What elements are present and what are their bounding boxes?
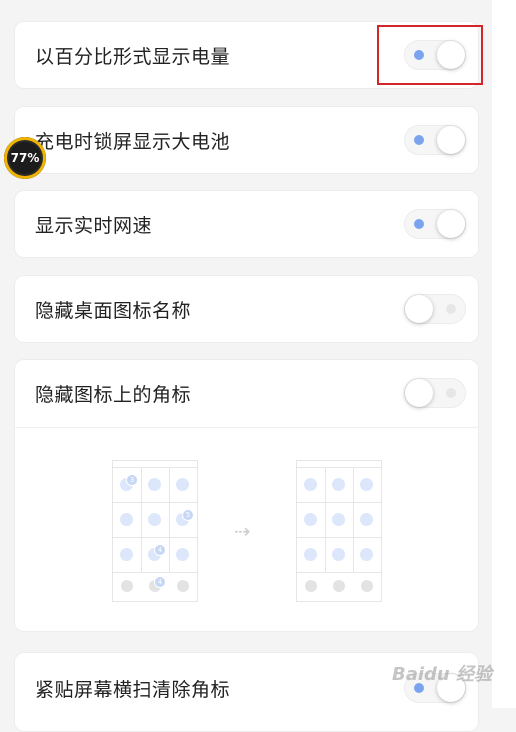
app-icon — [176, 478, 189, 491]
app-icon — [148, 513, 161, 526]
badge: 4 — [154, 544, 166, 556]
arrow-right-icon: ⇢ — [234, 519, 251, 543]
badge: 5 — [182, 509, 194, 521]
setting-hide-badges: 隐藏图标上的角标 — [14, 359, 479, 632]
battery-percent-label: 77% — [10, 151, 40, 165]
grid-line — [353, 467, 354, 573]
grid-line — [141, 467, 142, 573]
dock-icon — [177, 580, 189, 592]
toggle-knob — [437, 210, 465, 238]
status-bar — [297, 461, 381, 468]
grid-line — [297, 537, 381, 538]
status-bar — [113, 461, 197, 468]
watermark-logo: Baidu 经验 — [392, 664, 493, 685]
setting-label: 紧贴屏幕横扫清除角标 — [35, 678, 231, 701]
network-speed-toggle[interactable] — [404, 209, 466, 239]
badge: 4 — [154, 576, 166, 588]
dock-icon — [121, 580, 133, 592]
app-icon — [304, 478, 317, 491]
app-icon — [304, 513, 317, 526]
toggle-indicator — [414, 219, 424, 229]
grid-line — [325, 467, 326, 573]
setting-lockscreen-battery: 充电时锁屏显示大电池 — [14, 106, 479, 174]
app-icon — [176, 548, 189, 561]
lockscreen-battery-toggle[interactable] — [404, 125, 466, 155]
scroll-gutter — [492, 0, 516, 708]
toggle-indicator — [414, 135, 424, 145]
app-icon — [120, 548, 133, 561]
hide-icon-names-toggle[interactable] — [404, 294, 466, 324]
grid-line — [297, 572, 381, 573]
divider — [14, 427, 479, 428]
toggle-knob — [405, 379, 433, 407]
dock-icon — [333, 580, 345, 592]
toggle-knob — [437, 126, 465, 154]
grid-line — [113, 502, 197, 503]
dock-icon — [361, 580, 373, 592]
battery-percent-widget[interactable]: 77% — [4, 137, 46, 179]
setting-label: 隐藏图标上的角标 — [35, 383, 192, 406]
app-icon — [148, 478, 161, 491]
highlight-box — [377, 25, 483, 85]
badge: 3 — [126, 474, 138, 486]
setting-label: 以百分比形式显示电量 — [35, 45, 231, 68]
phone-after-illustration — [296, 460, 382, 602]
grid-line — [169, 467, 170, 573]
setting-label: 充电时锁屏显示大电池 — [35, 130, 231, 153]
app-icon — [304, 548, 317, 561]
setting-label: 显示实时网速 — [35, 214, 153, 237]
setting-label: 隐藏桌面图标名称 — [35, 299, 192, 322]
setting-hide-icon-names: 隐藏桌面图标名称 — [14, 275, 479, 343]
setting-network-speed: 显示实时网速 — [14, 190, 479, 258]
app-icon — [332, 513, 345, 526]
toggle-indicator — [446, 304, 456, 314]
dock-icon — [305, 580, 317, 592]
app-icon — [332, 548, 345, 561]
app-icon — [360, 548, 373, 561]
app-icon — [360, 513, 373, 526]
grid-line — [113, 572, 197, 573]
toggle-knob — [405, 295, 433, 323]
grid-line — [113, 537, 197, 538]
app-icon — [120, 513, 133, 526]
toggle-indicator — [446, 388, 456, 398]
app-icon — [360, 478, 373, 491]
hide-badges-toggle[interactable] — [404, 378, 466, 408]
phone-before-illustration: 3 5 4 4 — [112, 460, 198, 602]
app-icon — [332, 478, 345, 491]
grid-line — [297, 502, 381, 503]
